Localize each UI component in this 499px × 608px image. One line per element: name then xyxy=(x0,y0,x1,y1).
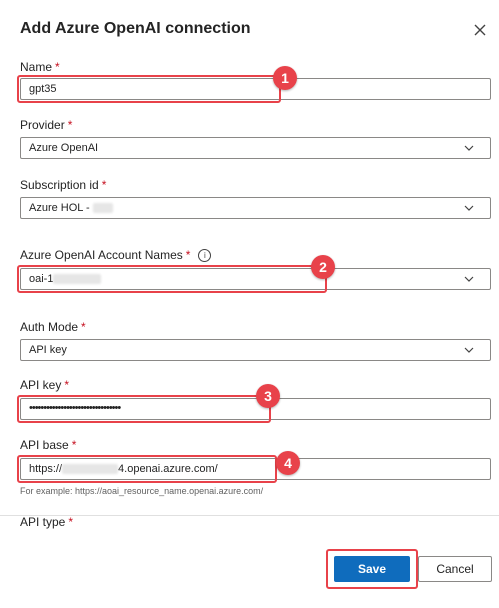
close-icon[interactable] xyxy=(472,22,488,38)
provider-dropdown[interactable]: Azure OpenAI xyxy=(20,137,491,159)
chevron-down-icon xyxy=(464,145,474,151)
dialog-title: Add Azure OpenAI connection xyxy=(20,20,251,37)
chevron-down-icon xyxy=(464,347,474,353)
cancel-button[interactable]: Cancel xyxy=(418,556,492,582)
account-label: Azure OpenAI Account Names * i xyxy=(20,248,212,263)
highlight-box-name xyxy=(17,75,281,103)
highlight-box-api-key xyxy=(17,395,271,423)
chevron-down-icon xyxy=(464,205,474,211)
auth-mode-dropdown[interactable]: API key xyxy=(20,339,491,361)
api-key-label: API key * xyxy=(20,378,70,392)
annotation-badge-3: 3 xyxy=(256,384,280,408)
provider-value: Azure OpenAI xyxy=(29,142,99,154)
info-icon[interactable]: i xyxy=(198,249,212,263)
subscription-dropdown[interactable]: Azure HOL - xyxy=(20,197,491,219)
subscription-value: Azure HOL - xyxy=(29,202,113,214)
annotation-badge-2: 2 xyxy=(311,255,335,279)
redacted-block xyxy=(92,203,113,214)
api-type-label: API type * xyxy=(20,515,74,529)
highlight-box-api-base xyxy=(17,455,277,483)
chevron-down-icon xyxy=(464,276,474,282)
provider-label: Provider * xyxy=(20,118,73,132)
annotation-badge-1: 1 xyxy=(273,66,297,90)
api-base-hint: For example: https://aoai_resource_name.… xyxy=(20,486,264,496)
section-divider xyxy=(0,515,499,516)
annotation-badge-4: 4 xyxy=(276,451,300,475)
subscription-label: Subscription id * xyxy=(20,178,107,192)
api-base-label: API base * xyxy=(20,438,77,452)
name-label: Name * xyxy=(20,60,60,74)
auth-mode-label: Auth Mode * xyxy=(20,320,86,334)
auth-mode-value: API key xyxy=(29,344,67,356)
highlight-box-save xyxy=(326,549,418,589)
highlight-box-account xyxy=(17,265,327,293)
